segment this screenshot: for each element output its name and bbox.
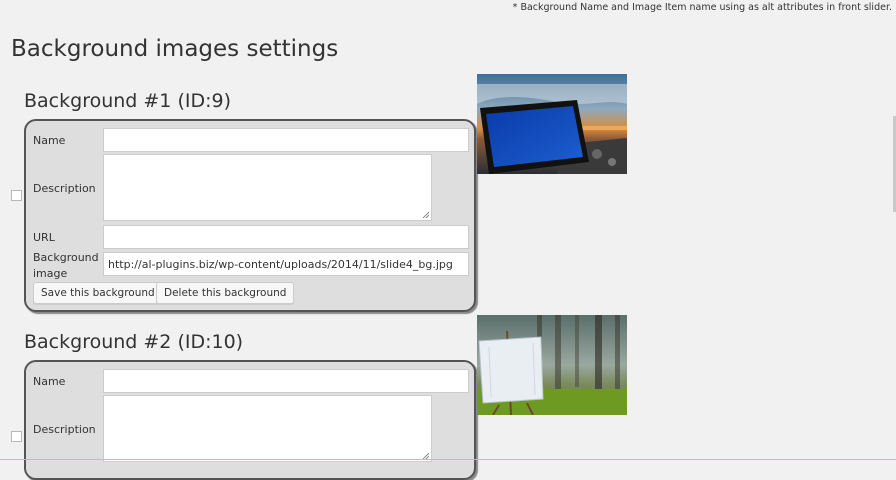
description-label: Description (33, 423, 96, 436)
background-image-label-line1: Background (33, 251, 99, 264)
background-2-name-input[interactable] (103, 369, 469, 393)
background-1-description-textarea[interactable] (103, 154, 432, 221)
background-1-actions: Save this background Delete this backgro… (33, 282, 473, 306)
background-2-description-textarea[interactable] (103, 395, 432, 462)
url-label: URL (33, 231, 55, 244)
background-2-select-checkbox[interactable] (11, 431, 22, 442)
background-1-form-panel: Name Description URL Background image Sa… (24, 119, 476, 312)
background-2-form-panel: Name Description (24, 360, 476, 480)
background-2-thumbnail (477, 315, 627, 415)
alt-attributes-note: * Background Name and Image Item name us… (512, 2, 892, 13)
save-background-button[interactable]: Save this background (33, 282, 163, 304)
background-1-name-input[interactable] (103, 128, 469, 152)
page-title: Background images settings (11, 36, 339, 62)
background-2-title: Background #2 (ID:10) (24, 331, 244, 353)
tablet-on-sunset-beach-image (477, 74, 627, 174)
background-1-select-checkbox[interactable] (11, 190, 22, 201)
background-1-url-input[interactable] (103, 225, 469, 249)
background-1-thumbnail (477, 74, 627, 174)
resize-grip-icon[interactable] (423, 212, 429, 218)
delete-background-button[interactable]: Delete this background (156, 282, 295, 304)
name-label: Name (33, 375, 66, 388)
background-1-title: Background #1 (ID:9) (24, 90, 231, 112)
description-label: Description (33, 182, 96, 195)
background-1-image-url-input[interactable] (103, 252, 469, 276)
background-image-label-line2: image (33, 267, 68, 280)
name-label: Name (33, 134, 66, 147)
easel-in-forest-image (477, 315, 627, 415)
